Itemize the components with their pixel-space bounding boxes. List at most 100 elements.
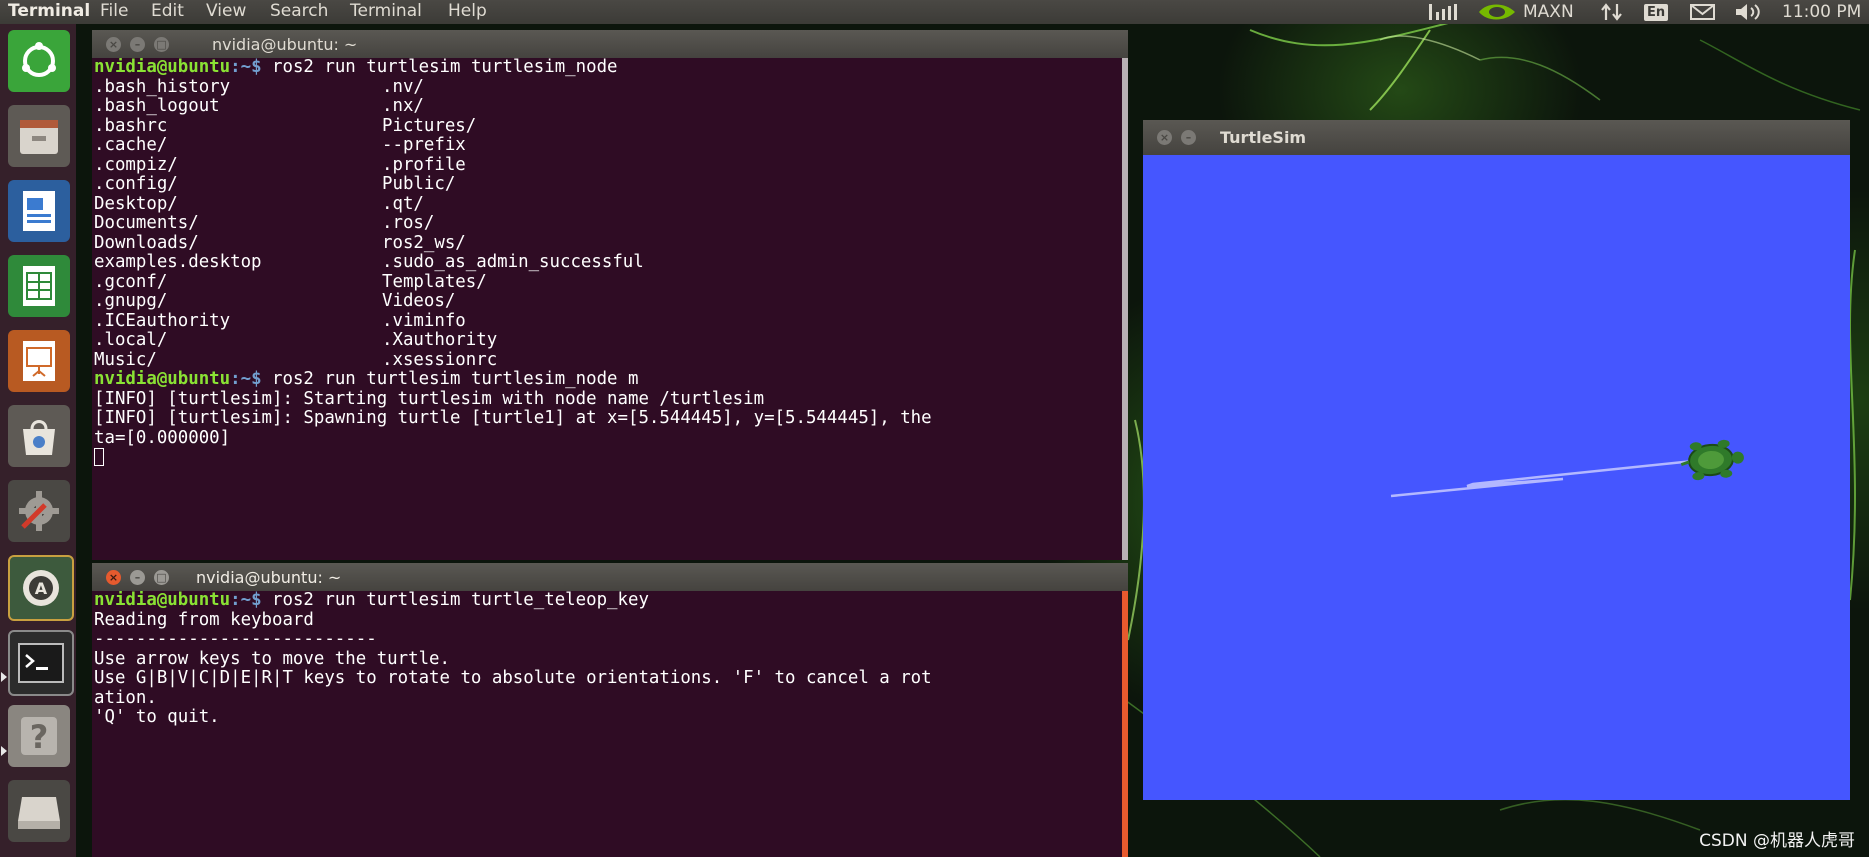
text-cursor bbox=[94, 448, 104, 466]
terminal-bottom-scrollbar[interactable] bbox=[1122, 591, 1128, 857]
files-icon[interactable] bbox=[8, 105, 70, 167]
ls-entry: .gconf/ bbox=[94, 272, 168, 292]
drive-icon[interactable] bbox=[8, 780, 70, 842]
prompt-path: :~$ bbox=[230, 591, 262, 610]
ls-entry: Public/ bbox=[382, 175, 456, 194]
launcher: A ? bbox=[0, 24, 76, 857]
minimize-button[interactable]: – bbox=[130, 37, 145, 52]
turtle-sprite bbox=[1680, 439, 1744, 481]
updown-arrows-icon bbox=[1601, 3, 1622, 21]
terminal-icon[interactable] bbox=[8, 630, 74, 696]
ls-row: .bash_history .nv/ bbox=[94, 78, 1120, 98]
ls-entry: ros2_ws/ bbox=[382, 233, 466, 253]
volume-icon[interactable] bbox=[1734, 0, 1764, 24]
minimize-button[interactable]: – bbox=[130, 570, 145, 585]
svg-text:A: A bbox=[35, 579, 48, 598]
terminal-top-scrollbar[interactable] bbox=[1122, 58, 1128, 560]
ls-entry: Documents/ bbox=[94, 214, 199, 233]
terminal-top-titlebar[interactable]: × – □ nvidia@ubuntu: ~ bbox=[92, 30, 1128, 58]
ls-entry: .viminfo bbox=[382, 311, 466, 331]
close-button[interactable]: × bbox=[106, 37, 121, 52]
nvidia-logo-icon bbox=[1479, 4, 1515, 20]
terminal-window-bottom[interactable]: × – □ nvidia@ubuntu: ~ nvidia@ubuntu:~$ … bbox=[92, 563, 1128, 857]
software-center-icon[interactable] bbox=[8, 405, 70, 467]
ls-entry: .compiz/ bbox=[94, 155, 178, 175]
log-line: [INFO] [turtlesim]: Spawning turtle [tur… bbox=[94, 409, 932, 428]
nvidia-icon[interactable] bbox=[1477, 0, 1517, 24]
ls-entry: --prefix bbox=[382, 136, 466, 155]
power-mode-label[interactable]: MAXN bbox=[1523, 0, 1574, 24]
ls-row: .local/ .Xauthority bbox=[94, 331, 1120, 351]
output-line: --------------------------- bbox=[94, 630, 377, 649]
ls-entry: examples.desktop bbox=[94, 253, 262, 272]
ls-entry: Desktop/ bbox=[94, 194, 178, 214]
command-line-2: nvidia@ubuntu:~$ ros2 run turtlesim turt… bbox=[94, 370, 1120, 390]
ls-row: examples.desktop .sudo_as_admin_successfu… bbox=[94, 253, 1120, 273]
keyboard-layout-indicator[interactable]: En bbox=[1644, 0, 1669, 24]
maximize-button[interactable]: □ bbox=[154, 570, 169, 585]
menu-terminal[interactable]: Terminal bbox=[350, 1, 422, 21]
ls-entry: .profile bbox=[382, 155, 466, 175]
ls-entry: .Xauthority bbox=[382, 331, 498, 350]
mail-icon[interactable] bbox=[1690, 0, 1716, 24]
ls-entry: Videos/ bbox=[382, 292, 456, 311]
calc-icon[interactable] bbox=[8, 255, 70, 317]
network-icon[interactable] bbox=[1427, 0, 1459, 24]
log-line-wrap: ta=[0.000000] bbox=[94, 428, 231, 448]
ls-entry: .cache/ bbox=[94, 136, 168, 155]
speaker-icon bbox=[1736, 4, 1760, 20]
close-button[interactable]: × bbox=[1157, 130, 1172, 145]
prompt-user: nvidia@ubuntu bbox=[94, 370, 231, 389]
spreadsheet-icon bbox=[23, 266, 55, 306]
updater-arrows-icon: A bbox=[23, 570, 59, 606]
terminal-top-output[interactable]: nvidia@ubuntu:~$ ros2 run turtlesim turt… bbox=[94, 58, 1120, 560]
ls-row: .bash_logout .nx/ bbox=[94, 97, 1120, 117]
terminal-window-top[interactable]: × – □ nvidia@ubuntu: ~ nvidia@ubuntu:~$ … bbox=[92, 30, 1128, 560]
shopping-bag-icon bbox=[23, 420, 55, 455]
minimize-button[interactable]: – bbox=[1181, 130, 1196, 145]
menu-edit[interactable]: Edit bbox=[151, 1, 184, 21]
transfer-arrows-icon[interactable] bbox=[1600, 0, 1624, 24]
maximize-button[interactable]: □ bbox=[154, 37, 169, 52]
menu-view[interactable]: View bbox=[206, 1, 246, 21]
ls-entry: Templates/ bbox=[382, 272, 487, 292]
help-icon[interactable]: ? bbox=[8, 705, 70, 767]
menu-search[interactable]: Search bbox=[270, 1, 328, 21]
menu-file[interactable]: File bbox=[100, 1, 128, 21]
clock[interactable]: 11:00 PM bbox=[1782, 0, 1861, 24]
ls-entry: .ros/ bbox=[382, 214, 435, 233]
ls-entry: .bash_history bbox=[94, 77, 231, 97]
menu-help[interactable]: Help bbox=[448, 1, 487, 21]
prompt-user: nvidia@ubuntu bbox=[94, 591, 231, 610]
command-text: ros2 run turtlesim turtle_teleop_key bbox=[261, 591, 649, 610]
csdn-watermark: CSDN @机器人虎哥 bbox=[1699, 831, 1855, 851]
impress-icon[interactable] bbox=[8, 330, 70, 392]
software-updater-icon[interactable]: A bbox=[8, 555, 74, 621]
ls-entry: .nx/ bbox=[382, 97, 424, 116]
ls-row: .gconf/Templates/ bbox=[94, 273, 1120, 293]
ls-listing: .bash_history .nv/.bash_logout .nx/.bashrc… bbox=[94, 78, 1120, 371]
window-title: nvidia@ubuntu: ~ bbox=[212, 35, 358, 54]
command-text: ros2 run turtlesim turtlesim_node bbox=[261, 58, 618, 77]
top-panel: Terminal File Edit View Search Terminal … bbox=[0, 0, 1869, 24]
ls-entry: .gnupg/ bbox=[94, 292, 168, 311]
prompt-path: :~$ bbox=[230, 58, 262, 77]
system-settings-icon[interactable] bbox=[8, 480, 70, 542]
writer-icon[interactable] bbox=[8, 180, 70, 242]
terminal-bottom-titlebar[interactable]: × – □ nvidia@ubuntu: ~ bbox=[92, 563, 1128, 591]
ubuntu-dash-icon[interactable] bbox=[8, 30, 70, 92]
turtlesim-titlebar[interactable]: × – TurtleSim bbox=[1143, 120, 1850, 155]
ls-entry: .ICEauthority bbox=[94, 311, 231, 331]
prompt-user: nvidia@ubuntu bbox=[94, 58, 231, 77]
window-title: nvidia@ubuntu: ~ bbox=[196, 568, 342, 587]
scroll-thumb[interactable] bbox=[1122, 58, 1128, 560]
command-line: nvidia@ubuntu:~$ ros2 run turtlesim turt… bbox=[94, 591, 1120, 611]
ls-row: .cache/ --prefix bbox=[94, 136, 1120, 156]
close-button[interactable]: × bbox=[106, 570, 121, 585]
window-title: TurtleSim bbox=[1220, 128, 1307, 147]
ls-row: .compiz/ .profile bbox=[94, 156, 1120, 176]
turtlesim-window[interactable]: × – TurtleSim bbox=[1143, 120, 1850, 800]
ls-entry: .xsessionrc bbox=[382, 350, 498, 370]
cursor-line bbox=[94, 448, 1120, 468]
terminal-bottom-output[interactable]: nvidia@ubuntu:~$ ros2 run turtlesim turt… bbox=[94, 591, 1120, 857]
